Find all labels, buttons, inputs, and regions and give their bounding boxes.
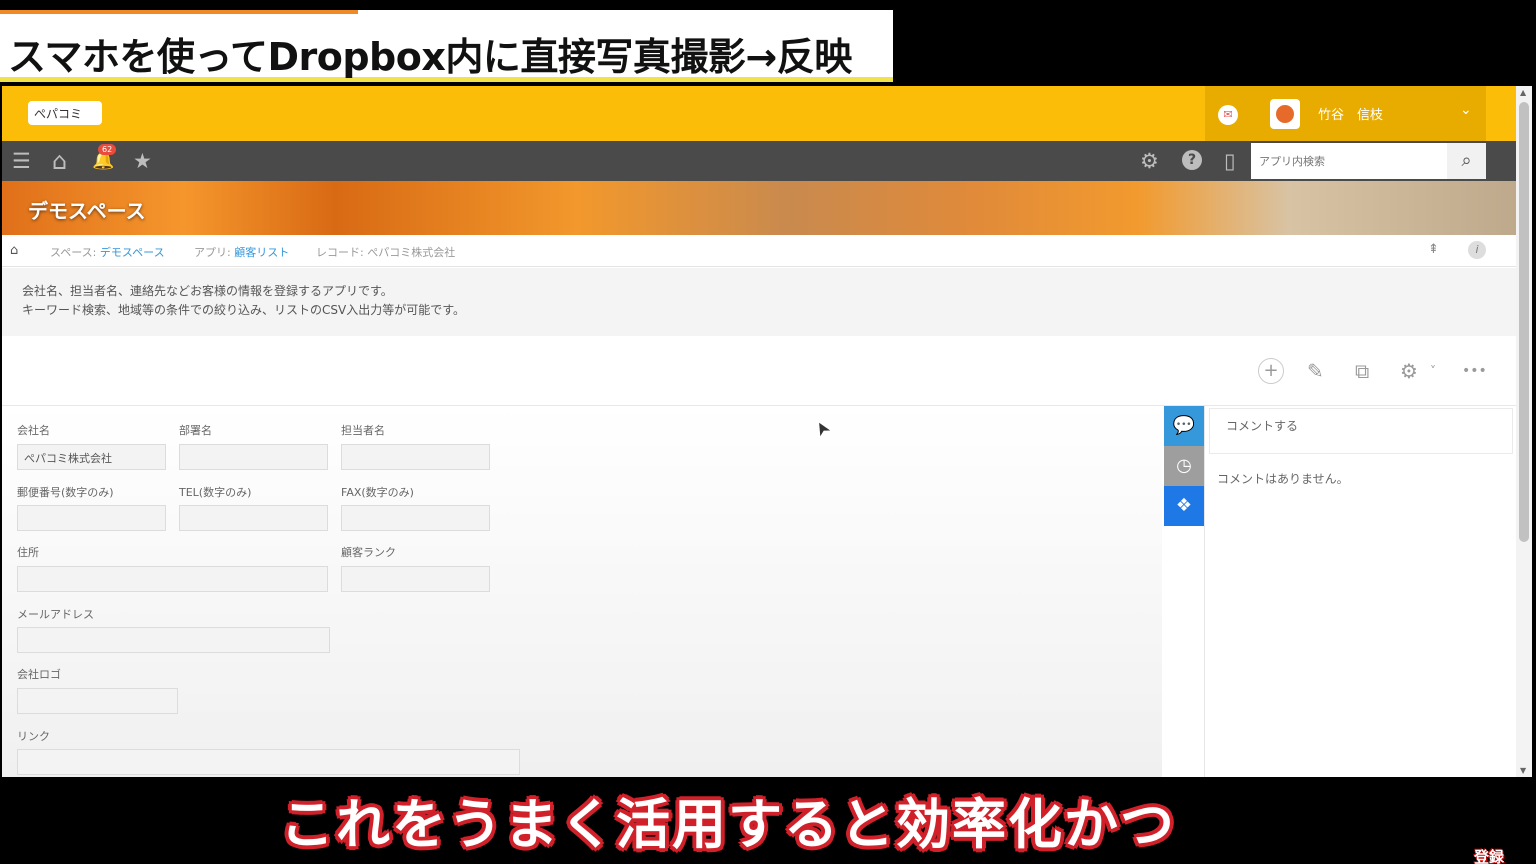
edit-icon[interactable]: ✎: [1307, 358, 1324, 384]
home-icon[interactable]: ⌂: [52, 149, 67, 173]
add-record-button[interactable]: +: [1258, 358, 1284, 384]
avatar[interactable]: [1270, 99, 1300, 129]
no-comments-text: コメントはありません。: [1217, 472, 1349, 486]
record-form: 会社名 ぺパコミ株式会社 部署名 担当者名 郵便番号(数字のみ) TEL(数字の…: [2, 406, 1162, 777]
mail-icon[interactable]: ✉: [1218, 105, 1238, 125]
breadcrumb-app-link[interactable]: 顧客リスト: [234, 246, 289, 259]
app-header: ぺパコミ ✉ 竹谷 信枝 ⌄: [2, 86, 1516, 141]
description-line: 会社名、担当者名、連絡先などお客様の情報を登録するアプリです。: [22, 284, 393, 298]
gear-icon[interactable]: ⚙: [1140, 149, 1159, 173]
search-input[interactable]: [1251, 143, 1447, 179]
field-label: 担当者名: [341, 424, 385, 437]
rank-field[interactable]: [341, 566, 490, 592]
email-field[interactable]: [17, 627, 330, 653]
field-label: 会社ロゴ: [17, 668, 61, 681]
comment-input[interactable]: コメントする: [1209, 408, 1513, 454]
breadcrumb: ⌂ スペース: デモスペース アプリ: 顧客リスト レコード: ぺパコミ株式会社…: [2, 235, 1516, 267]
breadcrumb-app: アプリ: 顧客リスト: [194, 246, 290, 259]
mobile-icon[interactable]: ▯: [1224, 149, 1236, 173]
settings-icon[interactable]: ⚙: [1400, 358, 1418, 384]
field-label: リンク: [17, 730, 50, 743]
department-field[interactable]: [179, 444, 328, 470]
pin-icon[interactable]: ⇞: [1428, 242, 1439, 257]
scrollbar-thumb[interactable]: [1519, 102, 1529, 542]
company-logo-field[interactable]: [17, 688, 178, 714]
space-title: デモスペース: [28, 199, 146, 223]
zip-field[interactable]: [17, 505, 166, 531]
breadcrumb-space-link[interactable]: デモスペース: [100, 246, 165, 259]
history-tab-icon[interactable]: ◷: [1164, 446, 1204, 486]
star-icon[interactable]: ★: [133, 149, 152, 173]
company-field[interactable]: ぺパコミ株式会社: [17, 444, 166, 470]
subscribe-label[interactable]: 登録: [1474, 846, 1504, 864]
description-line: キーワード検索、地域等の条件での絞り込み、リストのCSV入出力等が可能です。: [22, 303, 466, 317]
logo[interactable]: ぺパコミ: [28, 101, 102, 125]
field-label: 郵便番号(数字のみ): [17, 486, 114, 499]
field-label: 会社名: [17, 424, 50, 437]
tel-field[interactable]: [179, 505, 328, 531]
info-icon[interactable]: i: [1468, 241, 1486, 259]
fax-field[interactable]: [341, 505, 490, 531]
app-window: ぺパコミ ✉ 竹谷 信枝 ⌄ ☰ ⌂ 🔔 62 ★ ⚙ ? ▯ ⌕ デモスペース…: [2, 86, 1516, 777]
breadcrumb-record: レコード: ぺパコミ株式会社: [316, 246, 456, 259]
field-label: FAX(数字のみ): [341, 486, 414, 499]
scroll-up-icon[interactable]: ▲: [1520, 88, 1526, 97]
home-icon[interactable]: ⌂: [10, 243, 18, 258]
space-banner: デモスペース: [2, 181, 1516, 235]
field-label: 部署名: [179, 424, 212, 437]
field-label: 住所: [17, 546, 39, 559]
app-description: 会社名、担当者名、連絡先などお客様の情報を登録するアプリです。 キーワード検索、…: [2, 268, 1516, 336]
field-label: TEL(数字のみ): [179, 486, 252, 499]
copy-icon[interactable]: ⧉: [1355, 358, 1369, 384]
dropbox-tab-icon[interactable]: ❖: [1164, 486, 1204, 526]
menu-icon[interactable]: ☰: [12, 149, 31, 173]
toolbar: ☰ ⌂ 🔔 62 ★ ⚙ ? ▯ ⌕: [2, 141, 1516, 181]
comment-tab-icon[interactable]: 💬: [1164, 406, 1204, 446]
comments-panel: コメントする コメントはありません。: [1204, 406, 1516, 777]
chevron-down-icon[interactable]: ⌄: [1460, 102, 1472, 118]
video-subtitle: これをうまく活用すると効率化かつ: [280, 793, 1176, 856]
chevron-down-icon[interactable]: ˅: [1430, 358, 1436, 384]
help-icon[interactable]: ?: [1182, 150, 1202, 170]
more-icon[interactable]: •••: [1462, 358, 1487, 384]
scroll-down-icon[interactable]: ▼: [1520, 766, 1526, 775]
video-title: スマホを使ってDropbox内に直接写真撮影→反映: [8, 35, 852, 79]
scrollbar[interactable]: ▲ ▼: [1516, 86, 1532, 777]
breadcrumb-space: スペース: デモスペース: [50, 246, 165, 259]
notification-badge: 62: [98, 144, 117, 155]
user-name[interactable]: 竹谷 信枝: [1318, 104, 1383, 123]
video-title-bar: スマホを使ってDropbox内に直接写真撮影→反映: [0, 10, 893, 82]
link-field[interactable]: [17, 749, 520, 775]
record-actions: + ✎ ⧉ ⚙ ˅ •••: [2, 336, 1516, 406]
field-label: 顧客ランク: [341, 546, 396, 559]
search-icon[interactable]: ⌕: [1447, 143, 1486, 179]
field-label: メールアドレス: [17, 608, 94, 621]
side-tabs: 💬 ◷ ❖: [1164, 406, 1204, 526]
address-field[interactable]: [17, 566, 328, 592]
person-field[interactable]: [341, 444, 490, 470]
